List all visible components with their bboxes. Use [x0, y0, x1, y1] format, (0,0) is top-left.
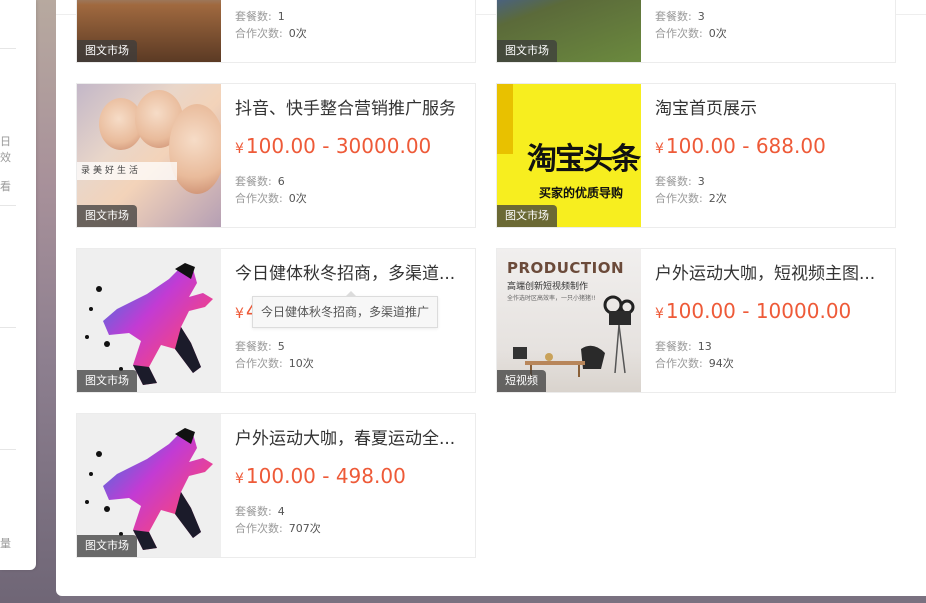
product-card[interactable]: 图文市场 户外运动大咖，春夏运动全... ¥100.00 - 498.00 套餐…	[76, 413, 476, 558]
divider	[0, 205, 16, 206]
coop-count: 合作次数: 707次	[235, 522, 321, 535]
product-thumbnail[interactable]: 图文市场	[497, 0, 641, 62]
product-card[interactable]: PRODUCTION 高端创新短视频制作 全作选时区高效率，一只小猪猪!! 短视…	[496, 248, 896, 393]
category-tag: 图文市场	[77, 40, 137, 62]
product-thumbnail[interactable]: 图文市场	[77, 0, 221, 62]
category-tag: 图文市场	[77, 370, 137, 392]
product-card[interactable]: 图文市场 套餐数: 3 合作次数: 0次	[496, 0, 896, 63]
product-title[interactable]: 户外运动大咖，春夏运动全...	[235, 424, 471, 449]
divider	[0, 327, 16, 328]
image-headline: 淘宝头条	[527, 142, 641, 177]
product-thumbnail[interactable]: 图文市场	[77, 414, 221, 557]
package-count: 套餐数: 4	[235, 505, 285, 518]
package-count: 套餐数: 1	[235, 10, 285, 23]
category-tag: 图文市场	[497, 40, 557, 62]
coop-count: 合作次数: 0次	[235, 192, 307, 205]
coop-count: 合作次数: 2次	[655, 192, 727, 205]
coop-count: 合作次数: 10次	[235, 357, 314, 370]
product-thumbnail[interactable]: 录美好生活 图文市场	[77, 84, 221, 227]
side-glyph: 效	[0, 151, 11, 164]
product-thumbnail[interactable]: 淘宝头条 买家的优质导购 图文市场	[497, 84, 641, 227]
category-tag: 图文市场	[497, 205, 557, 227]
product-card[interactable]: 录美好生活 图文市场 抖音、快手整合营销推广服务 ¥100.00 - 30000…	[76, 83, 476, 228]
category-tag: 图文市场	[77, 205, 137, 227]
image-banner-text: 录美好生活	[77, 162, 177, 180]
product-title[interactable]: 户外运动大咖，短视频主图...	[655, 259, 891, 284]
face-shape	[169, 104, 221, 194]
coop-count: 合作次数: 0次	[655, 27, 727, 40]
product-price: ¥100.00 - 498.00	[235, 464, 406, 488]
product-price: ¥100.00 - 688.00	[655, 134, 826, 158]
coop-count: 合作次数: 0次	[235, 27, 307, 40]
side-glyph: 看	[0, 180, 11, 193]
package-count: 套餐数: 3	[655, 175, 705, 188]
product-price: ¥100.00 - 10000.00	[655, 299, 852, 323]
title-tooltip: 今日健体秋冬招商，多渠道推广	[252, 291, 439, 328]
product-thumbnail[interactable]: PRODUCTION 高端创新短视频制作 全作选时区高效率，一只小猪猪!! 短视…	[497, 249, 641, 392]
decor-stripe	[497, 84, 513, 154]
package-count: 套餐数: 3	[655, 10, 705, 23]
category-tag: 图文市场	[77, 535, 137, 557]
product-title[interactable]: 抖音、快手整合营销推广服务	[235, 94, 471, 119]
product-title[interactable]: 淘宝首页展示	[655, 94, 891, 119]
package-count: 套餐数: 13	[655, 340, 712, 353]
product-title[interactable]: 今日健体秋冬招商，多渠道...	[235, 259, 471, 284]
product-card[interactable]: 图文市场 套餐数: 1 合作次数: 0次	[76, 0, 476, 63]
side-glyph: 量	[0, 537, 11, 550]
package-count: 套餐数: 5	[235, 340, 285, 353]
package-count: 套餐数: 6	[235, 175, 285, 188]
product-price: ¥100.00 - 30000.00	[235, 134, 432, 158]
product-card[interactable]: 淘宝头条 买家的优质导购 图文市场 淘宝首页展示 ¥100.00 - 688.0…	[496, 83, 896, 228]
image-subline: 买家的优质导购	[539, 186, 624, 200]
side-glyph: 日	[0, 135, 11, 148]
left-side-panel: 日 效 看 量	[0, 0, 36, 570]
coop-count: 合作次数: 94次	[655, 357, 734, 370]
divider	[0, 449, 16, 450]
divider	[0, 48, 16, 49]
category-tag: 短视频	[497, 370, 546, 392]
product-thumbnail[interactable]: 图文市场	[77, 249, 221, 392]
